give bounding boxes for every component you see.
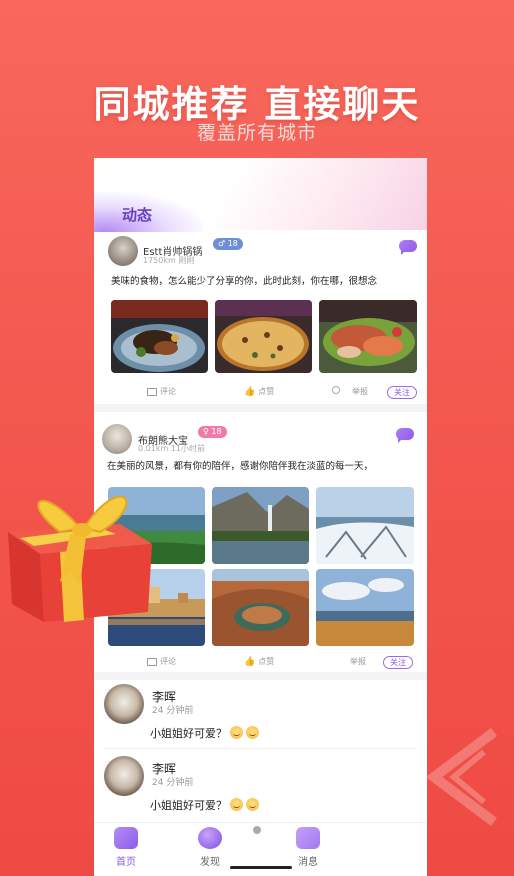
comment-button[interactable]: 评论	[147, 386, 176, 397]
like-label: 点赞	[258, 657, 275, 666]
comment-divider	[104, 748, 417, 749]
nav-home[interactable]: 首页	[96, 827, 156, 868]
post-image-canyon[interactable]	[212, 569, 309, 646]
planet-icon	[198, 827, 222, 849]
post-meta: 0.01km 11小时前	[138, 443, 205, 454]
like-button[interactable]: 👍 点赞	[244, 386, 274, 397]
comment-item: 李晖 24 分钟前 小姐姐好可爱？	[94, 682, 427, 752]
gift-box-icon	[8, 495, 152, 622]
comment-label: 评论	[160, 657, 176, 666]
clock-icon	[332, 386, 340, 394]
post-time: 刚刚	[178, 256, 195, 265]
comment-time: 24 分钟前	[152, 778, 194, 788]
comment-icon	[147, 387, 157, 396]
comment-item: 李晖 24 分钟前 小姐姐好可爱？	[94, 754, 427, 824]
comment-time: 24 分钟前	[152, 706, 194, 716]
thumbs-up-icon: 👍	[244, 656, 256, 667]
post-meta: 1750km 刚刚	[143, 255, 194, 266]
like-button[interactable]: 👍 点赞	[244, 656, 274, 667]
age-badge: ♀ 18	[198, 426, 227, 438]
comment-text: 小姐姐好可爱？	[150, 725, 259, 741]
report-button[interactable]: 举报	[352, 386, 368, 397]
home-icon	[114, 827, 138, 849]
nav-discover-label: 发现	[200, 857, 220, 868]
message-icon	[296, 827, 320, 849]
post-image-pizza[interactable]	[215, 300, 312, 373]
post-actions: 评论 👍 点赞 举报 关注	[94, 386, 427, 400]
comment-text: 小姐姐好可爱？	[150, 797, 259, 813]
nav-discover[interactable]: 发现	[180, 827, 240, 868]
post-image-steak[interactable]	[111, 300, 208, 373]
avatar[interactable]	[102, 424, 132, 454]
follow-button[interactable]: 关注	[383, 656, 413, 669]
comment-text-value: 小姐姐好可爱？	[150, 727, 227, 740]
post-text: 美味的食物，怎么能少了分享的你，此时此刻，你在哪，很想念	[111, 276, 378, 287]
home-indicator	[230, 866, 292, 869]
divider	[94, 404, 427, 412]
smile-emoji-icon	[230, 798, 243, 811]
thumbs-up-icon: 👍	[244, 386, 256, 397]
comment-text-value: 小姐姐好可爱？	[150, 799, 227, 812]
smile-emoji-icon	[246, 726, 259, 739]
report-label: 举报	[350, 657, 366, 666]
smile-emoji-icon	[246, 798, 259, 811]
post-actions: 评论 👍 点赞 举报 关注	[94, 656, 427, 670]
age-badge-value: 18	[227, 239, 238, 248]
post-image-autumn[interactable]	[316, 569, 414, 646]
avatar[interactable]	[108, 236, 138, 266]
post-time: 11小时前	[170, 444, 205, 453]
post-distance: 1750km	[143, 256, 176, 265]
post-image-seafood[interactable]	[319, 300, 417, 373]
post-image-waterfall[interactable]	[212, 487, 309, 564]
hero-subtitle: 覆盖所有城市	[196, 122, 317, 144]
follow-button[interactable]: 关注	[387, 386, 417, 399]
like-label: 点赞	[258, 387, 275, 396]
avatar[interactable]	[104, 756, 144, 796]
age-badge-value: 18	[211, 427, 222, 436]
nav-messages[interactable]: 消息	[278, 827, 338, 868]
report-button[interactable]: 举报	[350, 656, 366, 667]
page-indicator	[253, 826, 261, 834]
post-image-snow[interactable]	[316, 487, 414, 564]
menu-dot[interactable]	[332, 386, 340, 394]
post-card: Estt肖帅锅锅 ♂ 18 1750km 刚刚 美味的食物，怎么能少了分享的你，…	[94, 234, 427, 404]
chat-icon[interactable]	[396, 428, 414, 443]
tab-moments[interactable]: 动态	[122, 204, 152, 225]
chat-icon[interactable]	[399, 240, 417, 255]
post-distance: 0.01km	[138, 444, 169, 453]
divider	[94, 672, 427, 680]
watermark-logo	[425, 728, 497, 826]
age-badge: ♂ 18	[213, 238, 243, 250]
report-label: 举报	[352, 387, 368, 396]
nav-messages-label: 消息	[298, 857, 318, 868]
smile-emoji-icon	[230, 726, 243, 739]
comment-button[interactable]: 评论	[147, 656, 176, 667]
nav-home-label: 首页	[116, 857, 136, 868]
avatar[interactable]	[104, 684, 144, 724]
comment-icon	[147, 657, 157, 666]
comment-label: 评论	[160, 387, 176, 396]
